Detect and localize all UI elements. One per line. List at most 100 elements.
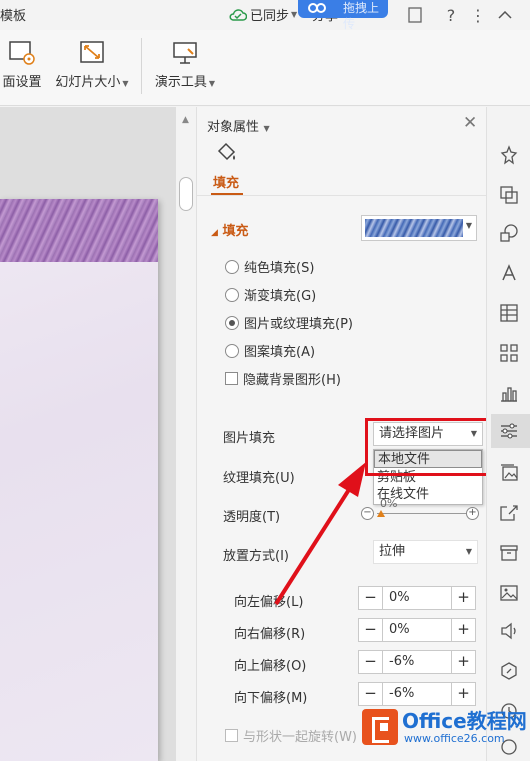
slide-canvas[interactable] (0, 107, 176, 761)
offset-left-stepper[interactable]: − 0% + (358, 586, 476, 610)
tab-divider (197, 195, 487, 196)
ribbon-toolbar: 面设置 幻灯片大小 ▼ 演示工具 ▼ (0, 30, 530, 106)
scroll-up-icon[interactable]: ▲ (182, 115, 189, 125)
stepper-value[interactable]: -6% (389, 683, 414, 705)
star-sparkle-icon[interactable] (497, 143, 521, 167)
minus-button[interactable]: − (359, 651, 383, 673)
slide-texture-band (0, 199, 158, 262)
offset-up-label: 向上偏移(O) (234, 659, 307, 674)
picture-icon[interactable] (497, 581, 521, 605)
page-setup-button[interactable]: 面设置 (0, 40, 44, 90)
radio-button-selected[interactable] (225, 315, 239, 330)
offset-down-label: 向下偏移(M) (234, 691, 308, 706)
chevron-down-icon: ▼ (465, 221, 472, 230)
checkbox-disabled[interactable] (225, 729, 238, 742)
stepper-value[interactable]: 0% (389, 619, 410, 641)
panel-title[interactable]: 对象属性 ▼ (207, 116, 270, 135)
offset-right-stepper[interactable]: − 0% + (358, 618, 476, 642)
transparency-value: 0% (380, 497, 398, 510)
radio-picture-texture-fill[interactable]: 图片或纹理填充(P) (225, 313, 353, 332)
right-sidebar (486, 107, 530, 761)
hide-background-checkbox-row[interactable]: 隐藏背景图形(H) (225, 369, 341, 388)
picture-fill-label: 图片填充 (223, 431, 276, 446)
radio-label: 图片或纹理填充(P) (244, 317, 353, 332)
transparency-minus-button[interactable]: − (361, 507, 374, 520)
title-bar: 模板 已同步 ▼ 分享 拖拽上传 ? ⋮ (0, 0, 530, 31)
transparency-plus-button[interactable]: + (466, 507, 479, 520)
radio-solid-fill[interactable]: 纯色填充(S) (225, 257, 314, 276)
triangle-down-icon: ◢ (211, 228, 218, 238)
present-tools-icon (173, 42, 197, 64)
chevron-up-icon[interactable] (494, 4, 516, 26)
archive-box-icon[interactable] (497, 541, 521, 565)
rotate-with-shape-row[interactable]: 与形状一起旋转(W) (225, 726, 357, 745)
properties-sliders-icon[interactable] (497, 419, 521, 443)
radio-label: 渐变填充(G) (244, 289, 317, 304)
plus-button[interactable]: + (451, 587, 475, 609)
chevron-down-icon: ▼ (465, 547, 472, 556)
present-tools-button[interactable]: 演示工具 ▼ (150, 40, 220, 90)
document-tab-name[interactable]: 模板 (0, 5, 26, 24)
page-setup-label: 面设置 (2, 75, 42, 90)
copy-swap-icon[interactable] (497, 183, 521, 207)
canvas-scrollbar[interactable]: ▲ (176, 107, 196, 761)
share-export-icon[interactable] (497, 501, 521, 525)
fill-preview-dropdown[interactable]: ▼ (361, 215, 477, 241)
transparency-slider-handle[interactable] (377, 510, 385, 517)
grid-icon[interactable] (497, 341, 521, 365)
checkbox[interactable] (225, 372, 238, 385)
slide-thumbnail[interactable] (0, 199, 158, 761)
texture-fill-label: 纹理填充(U) (223, 471, 295, 486)
drag-upload-badge[interactable]: 拖拽上传 (298, 0, 388, 31)
text-art-icon[interactable] (497, 261, 521, 285)
page-icon[interactable] (404, 4, 426, 26)
ribbon-divider (141, 38, 142, 94)
plus-button[interactable]: + (451, 683, 475, 705)
offset-up-stepper[interactable]: − -6% + (358, 650, 476, 674)
sync-label: 已同步 (250, 9, 290, 24)
close-icon[interactable]: ✕ (463, 113, 477, 133)
offset-down-stepper[interactable]: − -6% + (358, 682, 476, 706)
fill-section-header[interactable]: ◢ 填充 (211, 220, 248, 239)
hexagon-badge-icon[interactable] (497, 659, 521, 683)
table-icon[interactable] (497, 301, 521, 325)
tab-fill[interactable]: 填充 (213, 172, 239, 191)
radio-label: 图案填充(A) (244, 345, 316, 360)
shapes-icon[interactable] (497, 221, 521, 245)
highlight-box (365, 418, 494, 476)
upload-label: 拖拽上传 (343, 1, 380, 31)
chevron-down-icon: ▼ (291, 10, 298, 19)
sync-status[interactable]: 已同步 ▼ (229, 5, 297, 24)
paint-bucket-icon[interactable] (215, 141, 239, 165)
stepper-value[interactable]: -6% (389, 651, 414, 673)
slide-size-button[interactable]: 幻灯片大小 ▼ (52, 40, 132, 90)
checkbox-label: 隐藏背景图形(H) (243, 373, 341, 388)
plus-button[interactable]: + (451, 651, 475, 673)
minus-button[interactable]: − (359, 683, 383, 705)
radio-button[interactable] (225, 343, 239, 358)
slide-size-icon (80, 41, 104, 63)
audio-speaker-icon[interactable] (497, 619, 521, 643)
radio-pattern-fill[interactable]: 图案填充(A) (225, 341, 315, 360)
transparency-label: 透明度(T) (223, 510, 281, 525)
radio-button[interactable] (225, 287, 239, 302)
radio-button[interactable] (225, 259, 239, 274)
watermark-brand: Office教程网 (402, 708, 527, 733)
scroll-thumb[interactable] (179, 177, 193, 211)
cloud-sync-icon (229, 8, 247, 21)
question-icon[interactable]: ? (440, 4, 462, 26)
minus-button[interactable]: − (359, 619, 383, 641)
image-gallery-icon[interactable] (497, 461, 521, 485)
more-vertical-icon[interactable]: ⋮ (467, 4, 489, 26)
placement-select[interactable]: 拉伸 ▼ (373, 540, 478, 564)
slide-size-label: 幻灯片大小 ▼ (55, 75, 129, 90)
transparency-slider[interactable] (377, 513, 468, 514)
offset-left-label: 向左偏移(L) (234, 595, 304, 610)
minus-button[interactable]: − (359, 587, 383, 609)
bar-chart-icon[interactable] (497, 381, 521, 405)
offset-right-label: 向右偏移(R) (234, 627, 306, 642)
cloud-upload-icon (305, 0, 329, 17)
plus-button[interactable]: + (451, 619, 475, 641)
stepper-value[interactable]: 0% (389, 587, 410, 609)
radio-gradient-fill[interactable]: 渐变填充(G) (225, 285, 316, 304)
